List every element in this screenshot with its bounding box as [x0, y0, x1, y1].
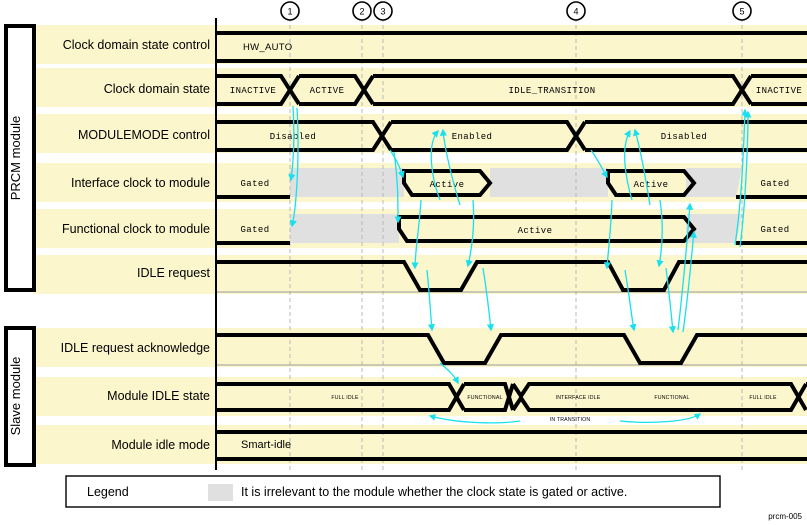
value-mis-functional-1: FUNCTIONAL [467, 395, 502, 401]
row-label-module-idle-mode: Module idle mode [111, 438, 210, 452]
row-label-clock-domain-state: Clock domain state [104, 82, 210, 96]
value-iclk-active-2: Active [634, 180, 669, 190]
timing-diagram-canvas: PRCM module Slave module Clock domain st… [0, 0, 807, 525]
value-mm-disabled-1: Disabled [270, 132, 316, 142]
label-in-transition: IN TRANSITION [550, 417, 591, 423]
timing-marker-2[interactable]: 2 [352, 1, 372, 21]
value-mm-disabled-2: Disabled [661, 132, 707, 142]
value-iclk-gated-1: Gated [240, 179, 269, 189]
group-bracket-slave: Slave module [4, 326, 36, 467]
value-mis-functional-2: FUNCTIONAL [654, 395, 689, 401]
timing-marker-1-label: 1 [287, 7, 292, 17]
value-cds-inactive-2: INACTIVE [756, 86, 802, 96]
group-bracket-prcm: PRCM module [4, 24, 36, 292]
timing-marker-4[interactable]: 4 [566, 1, 586, 21]
gray-iclk-2 [490, 168, 608, 197]
timing-marker-5[interactable]: 5 [732, 1, 752, 21]
value-fclk-active: Active [518, 226, 553, 236]
row-label-modulemode-control: MODULEMODE control [78, 128, 210, 142]
value-mis-full-idle-1: FULL IDLE [331, 395, 359, 401]
value-hw-auto: HW_AUTO [243, 42, 292, 53]
timing-marker-2-label: 2 [359, 7, 364, 17]
row-label-module-idle-state: Module IDLE state [107, 389, 210, 403]
value-smart-idle: Smart-idle [241, 439, 291, 451]
timing-diagram-figure: PRCM module Slave module Clock domain st… [0, 0, 807, 525]
row-label-clock-domain-state-control: Clock domain state control [63, 38, 210, 52]
group-label-slave-module: Slave module [8, 357, 23, 436]
value-mis-full-idle-2: FULL IDLE [749, 395, 777, 401]
legend-description: It is irrelevant to the module whether t… [241, 485, 627, 499]
timing-marker-5-label: 5 [739, 7, 744, 17]
timing-marker-3[interactable]: 3 [373, 1, 393, 21]
timing-marker-1[interactable]: 1 [280, 1, 300, 21]
legend-gray-swatch [208, 484, 233, 501]
value-iclk-gated-2: Gated [760, 179, 789, 189]
value-fclk-gated-2: Gated [760, 225, 789, 235]
value-mis-interface-idle: INTERFACE IDLE [556, 395, 601, 401]
group-label-prcm-module: PRCM module [8, 116, 23, 201]
value-fclk-gated-1: Gated [240, 225, 269, 235]
legend: Legend It is irrelevant to the module wh… [65, 475, 721, 508]
legend-title: Legend [87, 485, 129, 499]
figure-id-caption: prcm-005 [768, 512, 802, 521]
timing-marker-4-label: 4 [573, 7, 578, 17]
value-cds-inactive-1: INACTIVE [230, 86, 276, 96]
row-label-idle-request-acknowledge: IDLE request acknowledge [61, 341, 210, 355]
row-label-interface-clock-to-module: Interface clock to module [71, 176, 210, 190]
row-label-functional-clock-to-module: Functional clock to module [62, 222, 210, 236]
value-cds-active: ACTIVE [310, 86, 345, 96]
gray-iclk-1 [290, 168, 404, 197]
row-label-idle-request: IDLE request [137, 266, 210, 280]
value-cds-idle-transition: IDLE_TRANSITION [508, 86, 595, 96]
value-mm-enabled: Enabled [452, 132, 493, 142]
timing-marker-3-label: 3 [380, 7, 385, 17]
